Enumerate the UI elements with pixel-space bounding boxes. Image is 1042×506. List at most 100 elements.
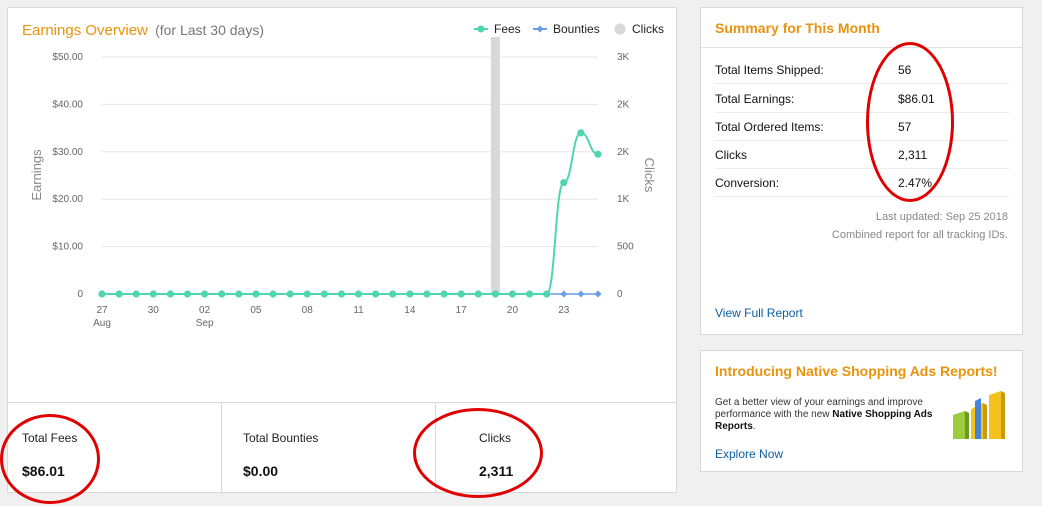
summary-panel: Summary for This Month Total Items Shipp… bbox=[700, 7, 1023, 335]
fees-point bbox=[320, 290, 328, 298]
bounties-point bbox=[577, 290, 585, 298]
y-tick-label: $50.00 bbox=[52, 52, 83, 63]
summary-row: Clicks 2,311 bbox=[715, 141, 1009, 169]
fees-point bbox=[372, 290, 380, 298]
stat-value: $0.00 bbox=[243, 463, 279, 479]
y2-tick-label: 500 bbox=[617, 242, 634, 253]
fees-point bbox=[269, 290, 277, 298]
fees-point bbox=[201, 290, 209, 298]
fees-point bbox=[149, 290, 157, 298]
view-full-report-link[interactable]: View Full Report bbox=[715, 306, 803, 320]
fees-point bbox=[337, 290, 346, 298]
stat-label: Clicks bbox=[479, 431, 511, 445]
x-tick-label: 20 bbox=[507, 305, 519, 316]
x-tick-sublabel: Sep bbox=[196, 318, 214, 329]
y2-tick-label: 1K bbox=[617, 194, 630, 205]
stat-value: 2,311 bbox=[479, 463, 514, 479]
y2-tick-label: 0 bbox=[617, 289, 623, 300]
y-axis-title: Earnings bbox=[29, 149, 44, 201]
last-updated: Last updated: Sep 25 2018 bbox=[875, 211, 1008, 223]
summary-row-value: 56 bbox=[898, 62, 912, 77]
x-tick-label: 23 bbox=[558, 305, 570, 316]
fees-point bbox=[183, 290, 192, 298]
fees-point bbox=[594, 150, 602, 158]
fees-point bbox=[389, 290, 397, 298]
summary-row-label: Clicks bbox=[715, 147, 747, 162]
promo-text-after: . bbox=[752, 421, 756, 432]
fees-point bbox=[98, 290, 106, 298]
summary-title: Summary for This Month bbox=[715, 20, 880, 36]
fees-point bbox=[218, 290, 226, 298]
explore-now-link[interactable]: Explore Now bbox=[715, 447, 783, 461]
x-tick-label: 02 bbox=[199, 305, 211, 316]
summary-row: Conversion: 2.47% bbox=[715, 169, 1009, 197]
x-tick-label: 14 bbox=[404, 305, 416, 316]
stat-clicks: Clicks 2,311 bbox=[436, 403, 676, 493]
y2-tick-label: 2K bbox=[617, 147, 630, 158]
fees-point bbox=[286, 290, 294, 298]
y-tick-label: $10.00 bbox=[52, 242, 83, 253]
y-tick-label: $30.00 bbox=[52, 147, 83, 158]
fees-point bbox=[303, 290, 311, 298]
fees-point bbox=[543, 290, 551, 298]
earnings-overview-panel: Earnings Overview (for Last 30 days) Fee… bbox=[7, 7, 677, 493]
stat-value: $86.01 bbox=[22, 463, 65, 479]
fees-point bbox=[560, 179, 568, 187]
fees-line bbox=[101, 131, 599, 295]
x-tick-sublabel: Aug bbox=[93, 318, 111, 329]
tracking-note: Combined report for all tracking IDs. bbox=[831, 229, 1008, 241]
summary-row-label: Total Ordered Items: bbox=[715, 119, 824, 134]
fees-point bbox=[423, 290, 431, 298]
summary-row-label: Total Earnings: bbox=[715, 91, 795, 106]
summary-row: Total Ordered Items: 57 bbox=[715, 113, 1009, 141]
summary-row-label: Conversion: bbox=[715, 175, 780, 190]
bar-chart-icon bbox=[953, 391, 1005, 439]
stats-row: Total Fees $86.01 Total Bounties $0.00 C… bbox=[8, 402, 676, 493]
bounties-point bbox=[560, 290, 568, 298]
fees-point bbox=[491, 290, 499, 298]
promo-text: Get a better view of your earnings and i… bbox=[715, 397, 940, 433]
y2-axis-title: Clicks bbox=[642, 158, 657, 193]
stat-total-bounties: Total Bounties $0.00 bbox=[222, 403, 436, 493]
fees-point bbox=[354, 290, 363, 298]
fees-point bbox=[457, 290, 465, 298]
fees-point bbox=[508, 290, 517, 298]
summary-row: Total Earnings: $86.01 bbox=[715, 85, 1009, 113]
x-tick-label: 08 bbox=[302, 305, 314, 316]
x-tick-label: 11 bbox=[353, 305, 364, 316]
summary-row-value: 57 bbox=[898, 119, 912, 134]
x-tick-label: 17 bbox=[456, 305, 468, 316]
summary-row-value: $86.01 bbox=[898, 91, 935, 106]
stat-label: Total Bounties bbox=[243, 431, 319, 445]
divider bbox=[701, 47, 1022, 48]
y-tick-label: $40.00 bbox=[52, 99, 83, 110]
stat-label: Total Fees bbox=[22, 431, 78, 445]
summary-row-value: 2,311 bbox=[898, 147, 928, 162]
summary-row-label: Total Items Shipped: bbox=[715, 62, 824, 77]
y-tick-label: 0 bbox=[77, 289, 83, 300]
y2-tick-label: 3K bbox=[617, 52, 630, 63]
y2-tick-label: 2K bbox=[617, 99, 630, 110]
fees-point bbox=[525, 290, 534, 298]
stat-total-fees: Total Fees $86.01 bbox=[8, 403, 222, 493]
fees-point bbox=[577, 129, 585, 137]
earnings-chart: $50.00 3K $40.00 2K $30.00 2K $20.00 1K $10.00 50… bbox=[29, 37, 657, 329]
x-tick-label: 05 bbox=[250, 305, 262, 316]
summary-row-value: 2.47% bbox=[898, 175, 933, 190]
fees-point bbox=[474, 290, 482, 298]
fees-point bbox=[440, 290, 448, 298]
promo-panel: Introducing Native Shopping Ads Reports!… bbox=[700, 350, 1023, 472]
summary-row: Total Items Shipped: 56 bbox=[715, 56, 1009, 84]
fees-point bbox=[406, 290, 414, 298]
fees-point bbox=[235, 290, 243, 298]
clicks-bar bbox=[490, 37, 500, 294]
x-tick-label: 27 bbox=[96, 305, 108, 316]
bounties-point bbox=[594, 290, 602, 298]
fees-point bbox=[166, 290, 175, 298]
promo-title: Introducing Native Shopping Ads Reports! bbox=[715, 363, 998, 379]
fees-point bbox=[252, 290, 260, 298]
y-tick-label: $20.00 bbox=[52, 194, 83, 205]
x-tick-label: 30 bbox=[148, 305, 160, 316]
fees-point bbox=[115, 290, 123, 298]
fees-point bbox=[132, 290, 140, 298]
